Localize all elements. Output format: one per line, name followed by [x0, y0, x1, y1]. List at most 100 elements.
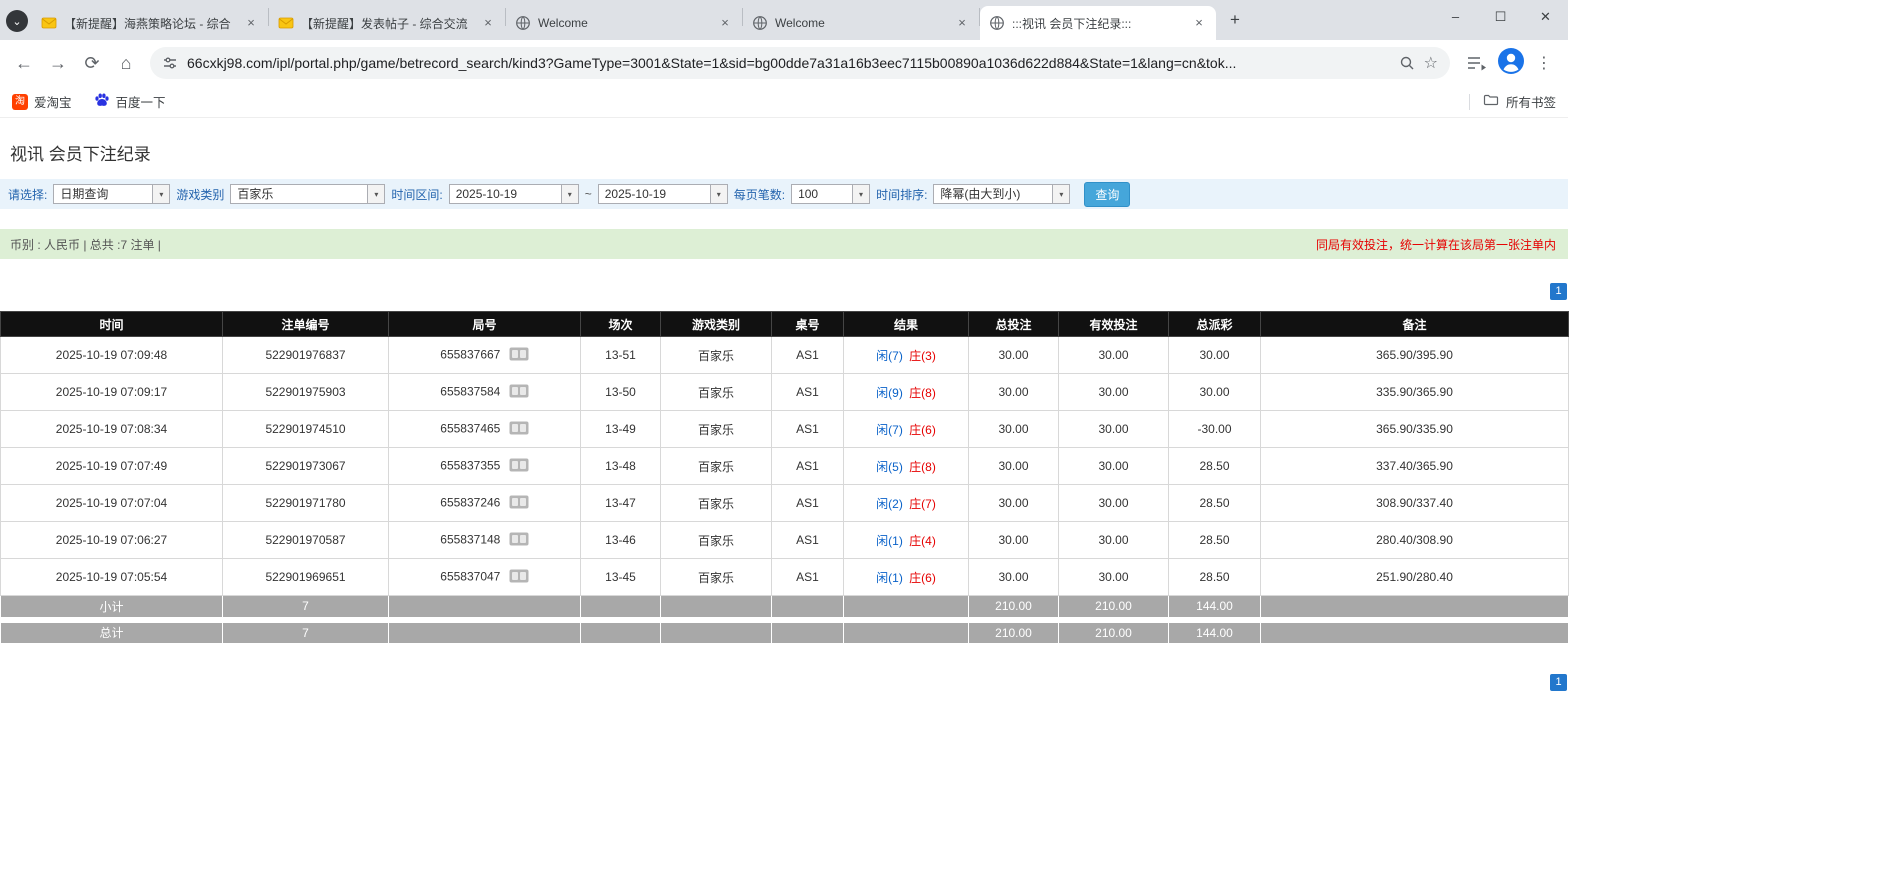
cell-game-type: 百家乐: [661, 448, 772, 485]
cell-time: 2025-10-19 07:05:54: [1, 559, 223, 596]
close-icon[interactable]: ×: [480, 15, 496, 31]
maximize-button[interactable]: ☐: [1478, 0, 1523, 34]
cell-result: 闲(7) 庄(6): [844, 411, 969, 448]
bookmark-taobao[interactable]: 淘 爱淘宝: [12, 92, 72, 111]
result-player: 闲(5): [876, 460, 903, 474]
bookmark-baidu[interactable]: 百度一下: [94, 92, 166, 111]
column-header: 注单编号: [223, 312, 389, 337]
subtotal-valid-bet: 210.00: [1059, 596, 1169, 620]
cell-total-bet[interactable]: 30.00: [969, 522, 1059, 559]
cell-result: 闲(2) 庄(7): [844, 485, 969, 522]
tab-welcome-1[interactable]: Welcome ×: [506, 6, 742, 40]
tab-forum-1[interactable]: 【新提醒】海燕策略论坛 - 综合 ×: [32, 6, 268, 40]
back-button[interactable]: ←: [8, 47, 40, 79]
column-header: 桌号: [772, 312, 844, 337]
new-tab-button[interactable]: +: [1222, 7, 1248, 33]
sort-select[interactable]: 降幂(由大到小) ▾: [933, 184, 1070, 204]
page-size-select[interactable]: 100 ▾: [791, 184, 870, 204]
replay-icon[interactable]: [509, 532, 529, 549]
column-header: 备注: [1261, 312, 1569, 337]
result-player: 闲(1): [876, 571, 903, 585]
media-controls-icon[interactable]: [1466, 55, 1486, 71]
cell-game-type: 百家乐: [661, 485, 772, 522]
sort-label: 时间排序:: [876, 186, 927, 203]
page-number-button[interactable]: 1: [1550, 283, 1567, 300]
date-to-select[interactable]: 2025-10-19 ▾: [598, 184, 728, 204]
replay-icon[interactable]: [509, 421, 529, 438]
minimize-button[interactable]: –: [1433, 0, 1478, 34]
all-bookmarks-button[interactable]: 所有书签: [1469, 92, 1556, 111]
table-row: 2025-10-19 07:07:49 522901973067 6558373…: [1, 448, 1569, 485]
site-settings-icon[interactable]: [162, 55, 178, 71]
cell-time: 2025-10-19 07:08:34: [1, 411, 223, 448]
window-close-button[interactable]: ✕: [1523, 0, 1568, 34]
chevron-down-icon[interactable]: ▾: [711, 184, 728, 204]
close-icon[interactable]: ×: [1191, 15, 1207, 31]
browser-toolbar: ← → ⟳ ⌂ 66cxkj98.com/ipl/portal.php/game…: [0, 40, 1568, 86]
cell-session: 13-51: [581, 337, 661, 374]
query-type-select[interactable]: 日期查询 ▾: [53, 184, 170, 204]
result-banker: 庄(7): [909, 497, 936, 511]
tab-title: 【新提醒】发表帖子 - 综合交流: [301, 15, 473, 32]
game-type-label: 游戏类别: [176, 186, 224, 203]
forward-button[interactable]: →: [42, 47, 74, 79]
cell-total-bet[interactable]: 30.00: [969, 485, 1059, 522]
replay-icon[interactable]: [509, 569, 529, 586]
chevron-down-icon[interactable]: ▾: [853, 184, 870, 204]
close-icon[interactable]: ×: [717, 15, 733, 31]
game-type-select[interactable]: 百家乐 ▾: [230, 184, 385, 204]
search-button[interactable]: 查询: [1084, 182, 1130, 207]
cell-total-bet[interactable]: 30.00: [969, 559, 1059, 596]
cell-total-bet[interactable]: 30.00: [969, 448, 1059, 485]
profile-avatar[interactable]: [1498, 48, 1524, 79]
home-button[interactable]: ⌂: [110, 47, 142, 79]
table-row: 2025-10-19 07:05:54 522901969651 6558370…: [1, 559, 1569, 596]
address-bar[interactable]: 66cxkj98.com/ipl/portal.php/game/betreco…: [150, 47, 1450, 79]
cell-session: 13-48: [581, 448, 661, 485]
table-row: 2025-10-19 07:09:17 522901975903 6558375…: [1, 374, 1569, 411]
zoom-icon[interactable]: [1399, 55, 1415, 71]
bookmark-star-icon[interactable]: ☆: [1424, 53, 1438, 73]
page-number-button[interactable]: 1: [1550, 674, 1567, 691]
cell-round-id: 655837148: [389, 522, 581, 559]
window-controls: – ☐ ✕: [1433, 0, 1568, 34]
chevron-down-icon[interactable]: ▾: [1053, 184, 1070, 204]
subtotal-row: 小计 7 210.00 210.00 144.00: [1, 596, 1569, 620]
cell-table-no: AS1: [772, 522, 844, 559]
chevron-down-icon[interactable]: ▾: [368, 184, 385, 204]
column-header: 总投注: [969, 312, 1059, 337]
replay-icon[interactable]: [509, 495, 529, 512]
subtotal-total-bet: 210.00: [969, 596, 1059, 620]
cell-table-no: AS1: [772, 448, 844, 485]
cell-total-bet[interactable]: 30.00: [969, 374, 1059, 411]
tab-bar: ⌄ 【新提醒】海燕策略论坛 - 综合 × 【新提醒】发表帖子 - 综合交流 × …: [0, 0, 1568, 40]
close-icon[interactable]: ×: [243, 15, 259, 31]
cell-round-id: 655837667: [389, 337, 581, 374]
replay-icon[interactable]: [509, 347, 529, 364]
cell-total-bet[interactable]: 30.00: [969, 337, 1059, 374]
tab-welcome-2[interactable]: Welcome ×: [743, 6, 979, 40]
total-label: 总计: [1, 620, 223, 644]
reload-button[interactable]: ⟳: [76, 47, 108, 79]
mail-icon: [41, 15, 57, 31]
cell-total-bet[interactable]: 30.00: [969, 411, 1059, 448]
menu-icon[interactable]: ⋮: [1536, 53, 1552, 73]
replay-icon[interactable]: [509, 384, 529, 401]
close-icon[interactable]: ×: [954, 15, 970, 31]
date-from-select[interactable]: 2025-10-19 ▾: [449, 184, 579, 204]
cell-valid-bet: 30.00: [1059, 522, 1169, 559]
chevron-down-icon[interactable]: ▾: [562, 184, 579, 204]
bookmarks-bar: 淘 爱淘宝 百度一下 所有书签: [0, 86, 1568, 118]
tab-search-button[interactable]: ⌄: [6, 10, 28, 32]
total-valid-bet: 210.00: [1059, 620, 1169, 644]
cell-time: 2025-10-19 07:09:48: [1, 337, 223, 374]
chevron-down-icon[interactable]: ▾: [153, 184, 170, 204]
cell-game-type: 百家乐: [661, 374, 772, 411]
cell-table-no: AS1: [772, 559, 844, 596]
bookmark-label: 百度一下: [116, 92, 166, 111]
url-text[interactable]: 66cxkj98.com/ipl/portal.php/game/betreco…: [187, 55, 1390, 71]
replay-icon[interactable]: [509, 458, 529, 475]
tab-forum-2[interactable]: 【新提醒】发表帖子 - 综合交流 ×: [269, 6, 505, 40]
tab-bet-records-active[interactable]: :::视讯 会员下注纪录::: ×: [980, 6, 1216, 40]
cell-note: 280.40/308.90: [1261, 522, 1569, 559]
